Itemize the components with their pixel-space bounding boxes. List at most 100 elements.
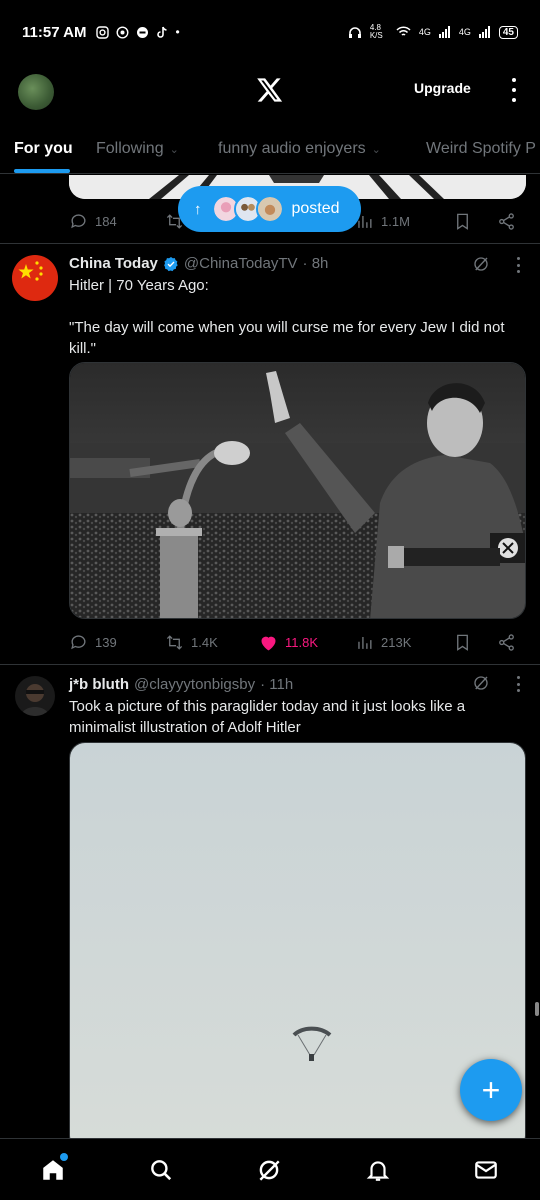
instagram-icon (96, 25, 110, 39)
wifi-icon (396, 26, 411, 36)
repost-button[interactable]: 1.4K (165, 633, 218, 652)
more-options-icon[interactable] (506, 76, 522, 104)
tweet-header: j*b bluth @clayyytonbigsby · 11h (69, 676, 293, 693)
notification-dot (60, 1153, 68, 1161)
paraglider-photo (70, 743, 525, 1151)
avatar[interactable] (15, 676, 55, 716)
signal-icon (438, 26, 450, 38)
tweet-card[interactable]: j*b bluth @clayyytonbigsby · 11h Took a … (0, 666, 540, 1152)
bookmark-icon (457, 634, 468, 651)
china-flag-icon (12, 255, 58, 301)
views-button[interactable]: 1.1M (355, 212, 410, 231)
posted-label: posted (291, 200, 340, 217)
signal-icon (478, 26, 490, 38)
tab-label: For you (14, 140, 73, 157)
active-tab-indicator (14, 169, 70, 173)
like-button[interactable]: 11.8K (259, 633, 318, 652)
repost-count: 1.4K (191, 634, 218, 650)
like-count: 11.8K (285, 634, 319, 650)
headphones-icon (348, 26, 361, 38)
tweet-time: · 11h (260, 676, 294, 693)
reply-button[interactable]: 139 (69, 633, 117, 652)
tweet-text: Took a picture of this paraglider today … (69, 698, 470, 736)
top-app-bar: Upgrade (0, 64, 540, 120)
tweet-more-icon[interactable] (512, 676, 524, 692)
tweet-actions: 139 1.4K 11.8K 213K (69, 630, 519, 654)
compose-button[interactable]: + (460, 1059, 522, 1121)
tab-label: Following (96, 140, 164, 157)
nav-notifications[interactable] (365, 1157, 391, 1183)
tab-following[interactable]: Following ⌄ (96, 140, 179, 158)
system-icons: 4.8 K/S 4G 4G 45 (348, 24, 518, 40)
mail-icon (475, 1161, 497, 1179)
tab-weird-spotify[interactable]: Weird Spotify P (426, 140, 536, 158)
tweet-time: · 8h (302, 255, 329, 272)
scrollbar-thumb[interactable] (535, 1002, 539, 1016)
reply-count: 139 (95, 634, 117, 650)
views-count: 213K (381, 634, 412, 650)
avatar[interactable] (12, 255, 58, 301)
search-icon (151, 1160, 172, 1181)
signal-1-label: 4G (418, 27, 431, 37)
nav-grok[interactable] (256, 1157, 282, 1183)
new-posts-pill[interactable]: ↑ posted (178, 186, 361, 232)
status-time: 11:57 AM (22, 23, 87, 41)
messenger-icon (137, 26, 149, 38)
heart-icon (261, 636, 276, 650)
nav-search[interactable] (148, 1157, 174, 1183)
tab-label: funny audio enjoyers (218, 140, 366, 157)
bookmark-icon (457, 213, 468, 230)
historical-photo (70, 363, 525, 618)
nav-messages[interactable] (473, 1157, 499, 1183)
grok-icon (259, 1160, 280, 1181)
tweet-header: China Today @ChinaTodayTV · 8h (69, 255, 328, 272)
tweet-text: Hitler | 70 Years Ago: "The day will com… (69, 277, 505, 357)
status-bar: 11:57 AM • 4.8 K/S 4G 4G 45 (0, 0, 540, 64)
tab-label: Weird Spotify P (426, 140, 536, 157)
views-button[interactable]: 213K (355, 633, 411, 652)
views-count: 1.1M (381, 213, 410, 229)
upgrade-button[interactable]: Upgrade (414, 80, 471, 96)
reply-icon (71, 213, 86, 228)
bell-icon (366, 1161, 390, 1181)
reply-button[interactable]: 184 (69, 212, 117, 231)
author-handle[interactable]: @clayyytonbigsby (134, 676, 255, 693)
tab-funny-audio-enjoyers[interactable]: funny audio enjoyers ⌄ (218, 140, 381, 158)
arrow-up-icon: ↑ (194, 200, 202, 218)
verified-badge-icon (164, 256, 178, 271)
timeline-tabs: For you Following ⌄ funny audio enjoyers… (0, 124, 540, 174)
tweet-media-image[interactable] (69, 742, 526, 1152)
x-logo-icon[interactable] (256, 76, 284, 104)
author-handle[interactable]: @ChinaTodayTV (184, 255, 298, 272)
nav-home[interactable] (40, 1153, 68, 1183)
author-name[interactable]: j*b bluth (69, 676, 129, 693)
repost-icon (166, 634, 183, 650)
reply-count: 184 (95, 213, 117, 229)
chevron-down-icon: ⌄ (169, 143, 179, 156)
profile-avatar[interactable] (18, 74, 54, 110)
share-icon (499, 212, 514, 230)
tweet-media-image[interactable] (69, 362, 526, 619)
author-name[interactable]: China Today (69, 255, 158, 272)
share-icon (499, 633, 514, 651)
bookmark-button[interactable] (453, 212, 472, 231)
chevron-down-icon: ⌄ (371, 143, 381, 156)
share-button[interactable] (497, 633, 516, 652)
share-button[interactable] (497, 212, 516, 231)
tab-for-you[interactable]: For you (14, 140, 73, 158)
notification-icons: • (96, 25, 180, 39)
tiktok-icon (157, 26, 168, 38)
battery-icon: 45 (498, 25, 518, 39)
bookmark-button[interactable] (453, 633, 472, 652)
signal-2-label: 4G (458, 27, 471, 37)
grok-icon[interactable] (472, 255, 490, 273)
grok-icon[interactable] (472, 674, 490, 692)
avatar (255, 195, 284, 223)
net-speed: 4.8 K/S (369, 23, 383, 40)
tweet-card[interactable]: China Today @ChinaTodayTV · 8h Hitler | … (0, 245, 540, 665)
reply-icon (71, 634, 86, 649)
tweet-more-icon[interactable] (512, 257, 524, 273)
whatsapp-icon (116, 25, 129, 39)
status-dot: • (175, 25, 180, 39)
bottom-navigation (0, 1138, 540, 1200)
